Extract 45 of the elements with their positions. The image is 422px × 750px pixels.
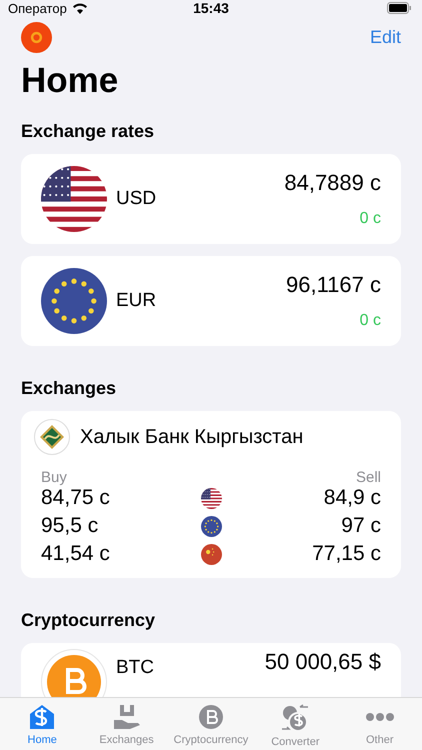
- currency-exchange-icon: [281, 704, 310, 732]
- buy-rate: 95,5 с: [41, 514, 100, 538]
- bank-card[interactable]: Халык Банк Кыргызстан Buy Sell 84,75 с 84,9 с 95,5 с 97 с 41,54 с 77,15 с: [21, 411, 401, 578]
- page-title: Home: [21, 61, 120, 101]
- crypto-card[interactable]: BTC 50 000,65 $: [21, 643, 401, 697]
- section-heading: Cryptocurrency: [21, 610, 156, 631]
- buy-rate: 84,75 с: [41, 486, 111, 510]
- rate-card[interactable]: EUR 96,1167 с 0 с: [21, 256, 401, 346]
- rate-change: 0 с: [360, 312, 381, 330]
- clock-time: 15:43: [193, 0, 229, 16]
- flag-icon: [200, 516, 222, 536]
- section-heading: Exchange rates: [21, 121, 156, 142]
- rate-value: 96,1167 с: [286, 272, 381, 298]
- buy-rate: 41,54 с: [41, 542, 111, 566]
- currency-code: USD: [116, 188, 158, 210]
- rate-value: 84,7889 с: [284, 170, 381, 196]
- bank-logo-icon: [34, 419, 70, 455]
- sell-rate: 77,15 с: [311, 542, 381, 566]
- flag-icon: [200, 544, 222, 564]
- tab-item[interactable]: Converter: [253, 698, 338, 750]
- wifi-icon: [72, 2, 88, 14]
- currency-code: EUR: [116, 290, 158, 312]
- tab-item[interactable]: Exchanges: [84, 698, 169, 750]
- section-heading: Exchanges: [21, 378, 118, 399]
- rate-change: 0 с: [360, 210, 381, 228]
- currency-code: BTC: [116, 657, 155, 679]
- flag-icon: [200, 488, 222, 508]
- tab-item[interactable]: Cryptocurrency: [168, 698, 253, 750]
- sell-rate: 97 с: [340, 514, 381, 538]
- sell-label: Sell: [356, 469, 381, 486]
- buy-label: Buy: [41, 469, 67, 486]
- carrier-name: Оператор: [8, 0, 67, 16]
- house-dollar-icon: [29, 704, 56, 730]
- bank-name: Халык Банк Кыргызстан: [80, 426, 304, 448]
- battery-icon: [387, 2, 412, 14]
- flag-icon: [41, 166, 107, 232]
- flag-icon: [21, 22, 52, 53]
- hand-box-icon: [112, 704, 142, 730]
- tab-item[interactable]: Other: [338, 698, 422, 750]
- bitcoin-icon: [198, 704, 224, 730]
- rate-card[interactable]: USD 84,7889 с 0 с: [21, 154, 401, 244]
- sell-rate: 84,9 с: [322, 486, 381, 510]
- edit-link[interactable]: Edit: [370, 27, 401, 48]
- tab-item[interactable]: Home: [0, 698, 84, 750]
- crypto-value: 50 000,65 $: [264, 649, 381, 675]
